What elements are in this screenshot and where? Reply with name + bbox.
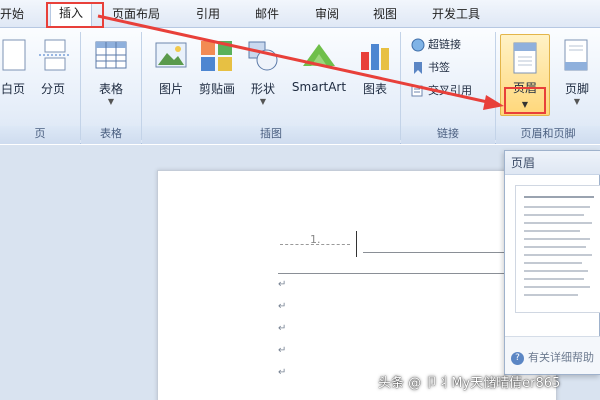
picture-icon [153,38,189,74]
cross-reference-icon [411,84,425,98]
header-gallery-dropdown: 页眉 ? 有关详细帮助 [504,150,600,375]
smartart-button[interactable]: SmartArt [288,34,350,112]
hyperlink-button[interactable]: 超链接 [411,36,461,54]
bookmark-icon [411,61,425,75]
chevron-down-icon: ▼ [573,97,581,106]
tab-developer[interactable]: 开发工具 [432,5,480,25]
paragraph-mark: ↵ [278,323,287,334]
paragraph-mark: ↵ [278,301,287,312]
page-break-button[interactable]: 分页 [28,34,78,112]
blank-page-icon [0,38,31,74]
page-number: 1. [310,233,321,246]
text-cursor [356,231,357,257]
chevron-down-icon: ▼ [107,97,115,106]
table-button[interactable]: 表格 ▼ [86,34,136,112]
more-help-link[interactable]: ? 有关详细帮助 [511,349,594,365]
tab-home[interactable]: 开始 [0,5,24,25]
shapes-icon [245,38,281,74]
gallery-title: 页眉 [505,151,600,175]
group-label-header-footer: 页眉和页脚 [496,126,600,144]
tab-mailings[interactable]: 邮件 [255,5,279,25]
tab-references[interactable]: 引用 [196,5,220,25]
page-break-icon [35,38,71,74]
smartart-icon [301,38,337,74]
group-links: 超链接 书签 交叉引用 链接 [401,28,495,144]
group-label-pages: 页 [0,126,80,144]
footer-page-icon [559,38,595,74]
chart-button[interactable]: 图表 [350,34,400,112]
document-page[interactable]: 1. ↵ ↵ ↵ ↵ ↵ [157,170,578,400]
group-tables: 表格 ▼ 表格 [81,28,141,144]
header-template-thumbnail[interactable] [515,185,600,313]
tab-review[interactable]: 审阅 [315,5,339,25]
help-icon: ? [511,351,524,365]
bookmark-button[interactable]: 书签 [411,59,450,77]
header-page-icon [510,41,540,77]
tab-view[interactable]: 视图 [373,5,397,25]
group-label-links: 链接 [401,126,495,144]
group-pages: 白页 分页 页 [0,28,80,144]
insert-tab-red-highlight [46,2,104,28]
source-watermark: 头条 @ 卩丬My天储晴倩er865 [378,376,561,391]
header-dropdown-red-highlight [504,87,546,114]
group-label-illustrations: 插图 [142,126,400,144]
table-icon [93,38,129,74]
clipart-button[interactable]: 剪贴画 [192,34,242,112]
footer-button[interactable]: 页脚 ▼ [552,34,600,112]
chevron-down-icon: ▼ [259,97,267,106]
paragraph-mark: ↵ [278,345,287,356]
tab-page-layout[interactable]: 页面布局 [112,5,160,25]
paragraph-mark: ↵ [278,367,287,378]
bar-chart-icon [357,38,393,74]
paragraph-mark: ↵ [278,279,287,290]
group-label-tables: 表格 [81,126,141,144]
group-illustrations: 图片 剪贴画 形状 ▼ SmartArt 图表 插图 [142,28,400,144]
globe-link-icon [411,38,425,52]
gallery-footer: ? 有关详细帮助 [505,336,600,374]
shapes-button[interactable]: 形状 ▼ [238,34,288,112]
cross-reference-button[interactable]: 交叉引用 [411,82,472,100]
clipart-icon [199,38,235,74]
picture-button[interactable]: 图片 [146,34,196,112]
